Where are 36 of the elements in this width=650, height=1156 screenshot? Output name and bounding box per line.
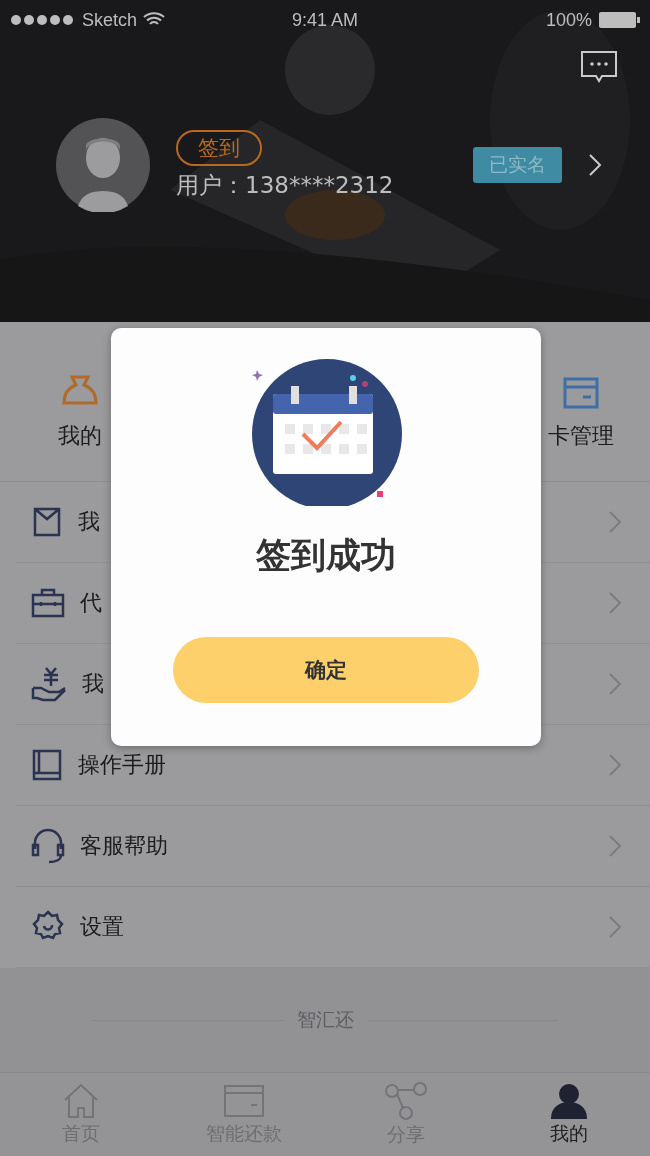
avatar[interactable] — [56, 118, 150, 212]
battery-percent: 100% — [545, 9, 592, 31]
carrier: Sketch — [82, 9, 138, 31]
card-icon — [222, 1082, 265, 1119]
chevron-right-icon — [608, 672, 622, 696]
person-icon — [548, 1082, 589, 1119]
chevron-right-icon — [608, 510, 622, 534]
verified-badge: 已实名 — [473, 147, 562, 183]
clock: 9:41 AM — [291, 9, 358, 31]
menu-label: 操作手册 — [78, 751, 166, 779]
chevron-right-icon — [588, 153, 602, 177]
book-icon — [30, 747, 64, 783]
chevron-right-icon — [608, 915, 622, 939]
chevron-right-icon — [608, 591, 622, 615]
headset-icon — [30, 827, 66, 865]
menu-label: 代 — [80, 589, 102, 617]
hand-yen-icon — [30, 666, 68, 702]
menu-label: 我 — [78, 508, 100, 536]
share-icon — [384, 1081, 429, 1120]
battery-icon — [598, 11, 640, 29]
signal-icon — [10, 14, 76, 26]
confirm-button[interactable]: 确定 — [173, 637, 479, 703]
chevron-right-icon — [608, 834, 622, 858]
checkin-button[interactable]: 签到 — [176, 129, 262, 166]
menu-label: 我 — [82, 670, 104, 698]
briefcase-icon — [30, 587, 66, 619]
menu-row[interactable]: 客服帮助 — [16, 806, 650, 887]
shortcut-label[interactable]: 我的 — [58, 421, 102, 451]
dialog-title: 签到成功 — [256, 534, 396, 577]
shortcut-label[interactable]: 卡管理 — [548, 421, 614, 451]
menu-label: 客服帮助 — [80, 832, 168, 860]
message-icon[interactable] — [580, 50, 618, 84]
tab[interactable]: 我的 — [487, 1073, 650, 1156]
chevron-right-icon — [608, 753, 622, 777]
menu-label: 设置 — [80, 913, 124, 941]
user-phone: 用户：138****2312 — [176, 170, 395, 200]
